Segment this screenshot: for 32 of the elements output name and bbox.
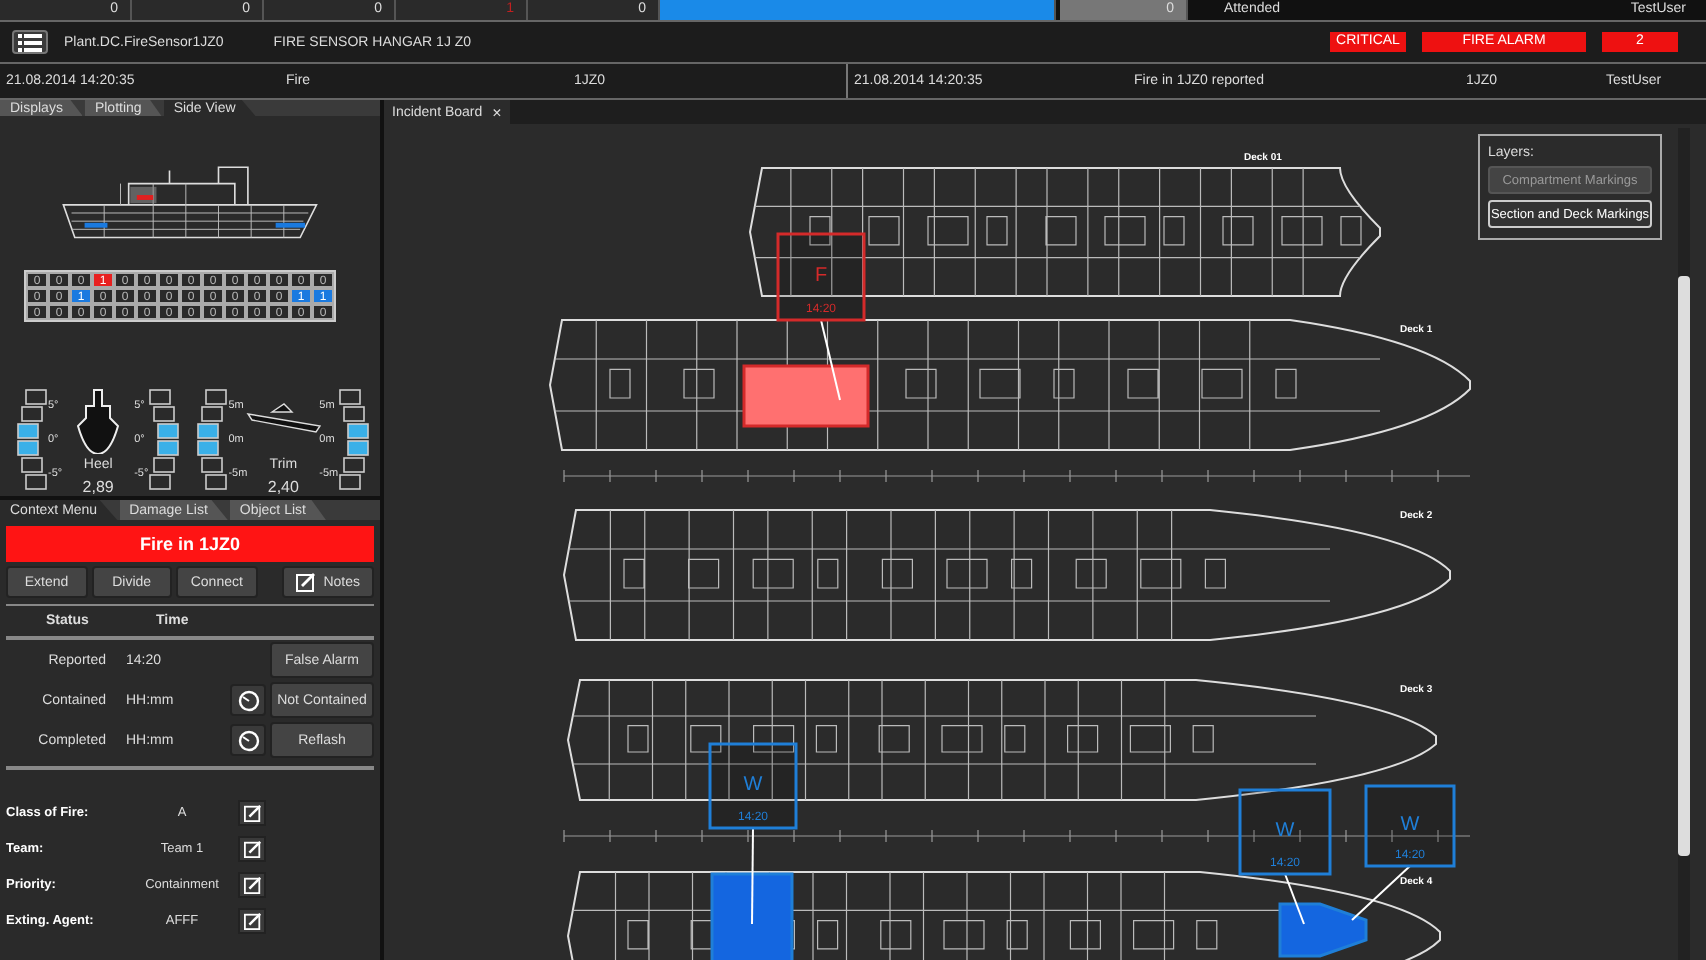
gauge-reading: 2,89 [82, 478, 114, 496]
incident-marker[interactable] [1364, 784, 1456, 868]
marker-letter: W [1400, 814, 1420, 836]
edit-icon [243, 839, 261, 857]
leader-line [820, 319, 841, 401]
timer-button[interactable] [230, 724, 266, 756]
close-button[interactable]: × [492, 103, 502, 121]
edit-icon [243, 911, 261, 929]
edit-button[interactable] [238, 907, 266, 933]
gauge-reading: 2,40 [267, 478, 299, 496]
edit-icon [295, 572, 316, 592]
timer-button[interactable] [230, 684, 266, 716]
incident-marker[interactable] [1238, 788, 1332, 876]
marker-letter: W [1275, 820, 1295, 842]
marker-letter: W [743, 774, 763, 796]
clock-icon [237, 729, 259, 751]
edit-icon [243, 803, 261, 821]
menu-icon [18, 33, 42, 51]
leader-line [751, 827, 754, 925]
scrollbar[interactable] [1678, 128, 1690, 960]
incident-marker[interactable] [776, 232, 866, 322]
edit-button[interactable] [238, 871, 266, 897]
marker-letter: F [814, 265, 828, 287]
menu-button[interactable] [12, 30, 48, 54]
edit-icon [243, 875, 261, 893]
ship-front-icon [72, 386, 125, 454]
edit-button[interactable] [238, 799, 266, 825]
edit-button[interactable] [238, 835, 266, 861]
incident-marker[interactable] [708, 742, 798, 830]
clock-icon [237, 689, 259, 711]
incident-title: Fire in 1JZ0 [6, 526, 374, 562]
leader-line [1284, 873, 1305, 925]
